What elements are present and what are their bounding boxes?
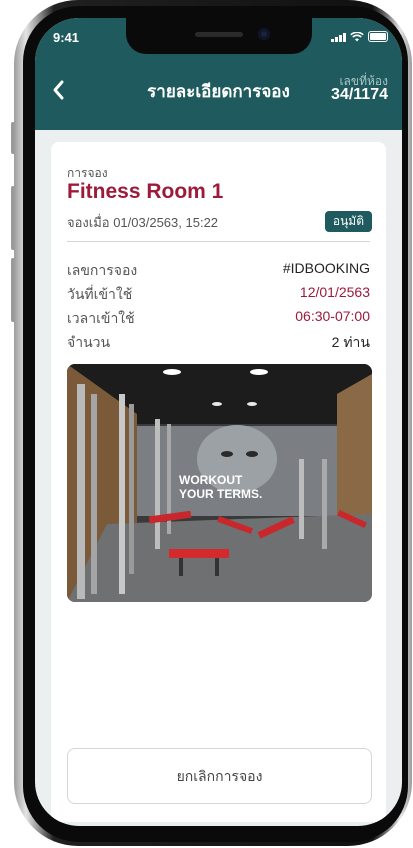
phone-screen: 9:41 รายละเอียดการจอง เลขที่ห้อง 34/1174: [35, 18, 402, 826]
detail-row-booking-id: เลขการจอง #IDBOOKING: [67, 260, 370, 280]
notch: [126, 18, 312, 54]
detail-row-date: วันที่เข้าใช้ 12/01/2563: [67, 284, 370, 304]
status-badge: อนุมัติ: [324, 211, 372, 232]
detail-value: 06:30-07:00: [295, 308, 370, 324]
divider: [67, 241, 370, 242]
poster-text: WORKOUT: [179, 473, 243, 487]
detail-label: วันที่เข้าใช้: [67, 286, 133, 302]
booked-at: จองเมื่อ 01/03/2563, 15:22: [67, 215, 219, 230]
booking-card: การจอง Fitness Room 1 จองเมื่อ 01/03/256…: [51, 142, 386, 822]
wifi-icon: [350, 31, 364, 41]
room-photo: WORKOUT YOUR TERMS.: [67, 364, 372, 602]
detail-row-people: จำนวน 2 ท่าน: [67, 332, 370, 352]
detail-value: #IDBOOKING: [282, 260, 370, 276]
detail-value: 12/01/2563: [299, 284, 370, 300]
detail-value: 2 ท่าน: [331, 334, 370, 350]
booking-name: Fitness Room 1: [67, 180, 224, 203]
room-number: 34/1174: [331, 86, 388, 103]
poster-text: YOUR TERMS.: [179, 487, 262, 501]
cancel-booking-button[interactable]: ยกเลิกการจอง: [67, 748, 372, 804]
gym-photo-illustration: WORKOUT YOUR TERMS.: [67, 364, 372, 602]
app-header: 9:41 รายละเอียดการจอง เลขที่ห้อง 34/1174: [35, 18, 402, 130]
status-icons: [331, 31, 388, 42]
status-time: 9:41: [53, 30, 80, 45]
detail-row-time: เวลาเข้าใช้ 06:30-07:00: [67, 308, 370, 328]
detail-label: จำนวน: [67, 334, 111, 350]
detail-label: เลขการจอง: [67, 262, 138, 278]
cellular-signal-icon: [331, 32, 346, 42]
speaker-grille: [195, 32, 243, 37]
detail-label: เวลาเข้าใช้: [67, 310, 135, 326]
front-camera: [258, 28, 270, 40]
battery-icon: [368, 31, 388, 42]
